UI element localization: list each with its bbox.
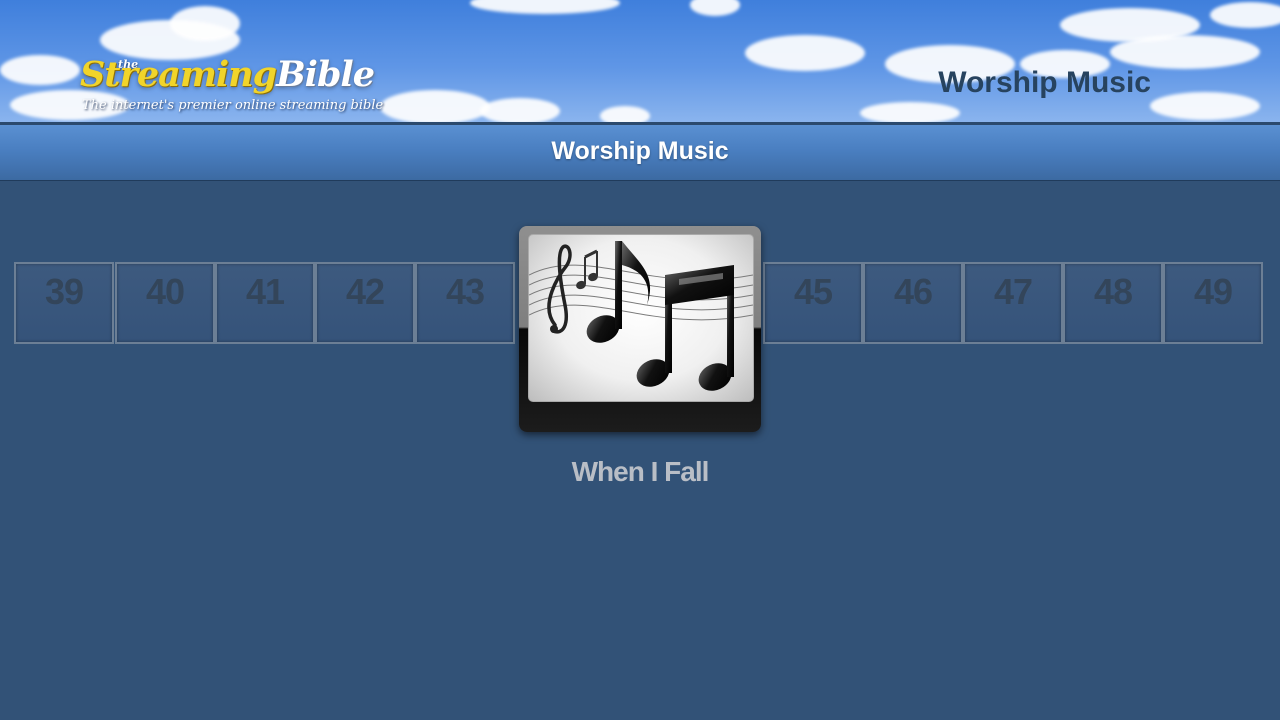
cloud <box>480 98 560 122</box>
track-tile[interactable]: 47 <box>963 262 1063 344</box>
track-number: 48 <box>1093 271 1133 312</box>
title-bar: Worship Music <box>0 125 1280 181</box>
track-tile[interactable]: 43 <box>415 262 515 344</box>
header-banner: the StreamingBible The internet's premie… <box>0 0 1280 122</box>
track-number: 40 <box>145 271 185 312</box>
cloud <box>1210 2 1280 28</box>
track-number: 46 <box>893 271 933 312</box>
track-number: 39 <box>44 271 84 312</box>
cloud <box>690 0 740 16</box>
track-tile[interactable]: 39 <box>14 262 114 344</box>
cloud <box>0 55 80 85</box>
cloud <box>1110 35 1260 69</box>
cloud <box>1150 92 1260 120</box>
cloud <box>470 0 620 14</box>
track-tile[interactable]: 49 <box>1163 262 1263 344</box>
track-tile[interactable]: 41 <box>215 262 315 344</box>
cloud <box>380 90 490 122</box>
track-tile[interactable]: 48 <box>1063 262 1163 344</box>
music-notes-icon <box>529 241 753 391</box>
track-number: 42 <box>345 271 385 312</box>
track-number: 43 <box>445 271 485 312</box>
cloud <box>170 6 240 41</box>
track-number: 45 <box>793 271 833 312</box>
track-tile[interactable]: 42 <box>315 262 415 344</box>
logo-word-bible: Bible <box>276 54 375 95</box>
track-title: When I Fall <box>571 456 710 487</box>
track-number: 47 <box>993 271 1033 312</box>
track-number: 49 <box>1193 271 1233 312</box>
section-title: Worship Music <box>551 137 729 165</box>
cloud <box>600 106 650 122</box>
cloud <box>745 35 865 71</box>
track-number: 41 <box>245 271 285 312</box>
streaming-bible-logo: the StreamingBible The internet's premie… <box>80 52 384 116</box>
track-artwork <box>528 234 754 402</box>
logo-wordmark: StreamingBible <box>80 54 375 95</box>
track-tile[interactable]: 46 <box>863 262 963 344</box>
logo-tagline: The internet's premier online streaming … <box>82 98 384 113</box>
header-title: Worship Music <box>938 66 1151 99</box>
track-tile[interactable]: 45 <box>763 262 863 344</box>
track-tile[interactable]: 40 <box>115 262 215 344</box>
logo-word-streaming: Streaming <box>80 54 277 95</box>
selected-track-card[interactable] <box>519 226 761 432</box>
cloud <box>860 102 960 122</box>
